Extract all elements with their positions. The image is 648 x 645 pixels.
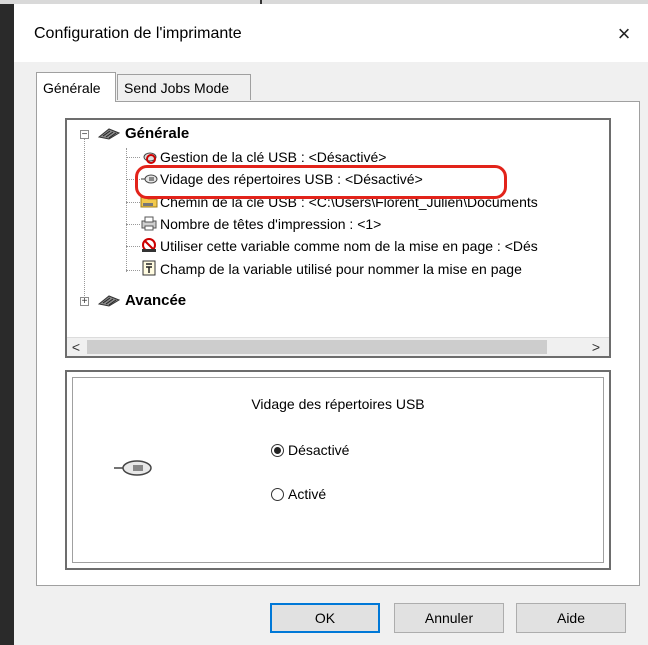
detail-frame: Vidage des répertoires USB Désactivé Act…	[72, 377, 604, 563]
expand-avancee-icon[interactable]: +	[80, 297, 89, 307]
settings-icon	[97, 128, 121, 140]
tree-root-avancee[interactable]: Avancée	[125, 290, 186, 312]
collapse-generale-icon[interactable]: −	[80, 130, 89, 140]
disabled-icon	[142, 238, 156, 252]
ok-button[interactable]: OK	[270, 603, 380, 633]
usb-management-icon	[143, 152, 157, 164]
annotation-highlight	[135, 165, 507, 199]
printer-config-dialog: Configuration de l'imprimante × Générale…	[14, 4, 648, 645]
form-field-icon	[142, 260, 156, 276]
radio-label: Activé	[288, 486, 327, 502]
tree-item-variable-field[interactable]: Champ de la variable utilisé pour nommer…	[160, 258, 522, 280]
scroll-thumb[interactable]	[87, 340, 547, 354]
radio-enabled-option[interactable]: Activé	[271, 484, 326, 504]
tree-line	[126, 270, 140, 271]
radio-unselected-icon[interactable]	[271, 487, 284, 501]
radio-disabled-option[interactable]: Désactivé	[271, 440, 349, 460]
settings-tree[interactable]: − Générale Gestion de la clé USB : <Désa…	[65, 118, 611, 358]
title-bar: Configuration de l'imprimante ×	[14, 4, 648, 62]
tree-content: − Générale Gestion de la clé USB : <Désa…	[67, 120, 609, 338]
tree-root-generale[interactable]: Générale	[125, 123, 189, 145]
cancel-button[interactable]: Annuler	[394, 603, 504, 633]
printer-icon	[141, 216, 157, 231]
tree-line	[126, 148, 127, 272]
tree-item-variable-name[interactable]: Utiliser cette variable comme nom de la …	[160, 235, 538, 257]
window-title: Configuration de l'imprimante	[34, 25, 242, 42]
radio-label: Désactivé	[288, 442, 350, 458]
settings-icon	[97, 295, 121, 307]
usb-key-icon	[114, 460, 152, 476]
close-icon[interactable]: ×	[604, 16, 644, 52]
tree-line	[84, 138, 85, 302]
tree-line	[126, 224, 140, 225]
background-strip	[0, 0, 14, 645]
tab-send-jobs-mode[interactable]: Send Jobs Mode	[117, 74, 251, 100]
radio-selected-icon[interactable]	[271, 443, 284, 457]
scroll-right-icon[interactable]: >	[587, 338, 605, 356]
detail-panel: Vidage des répertoires USB Désactivé Act…	[65, 370, 611, 570]
help-button[interactable]: Aide	[516, 603, 626, 633]
tab-panel: − Générale Gestion de la clé USB : <Désa…	[36, 101, 640, 586]
detail-title: Vidage des répertoires USB	[251, 396, 425, 412]
tree-item-print-heads[interactable]: Nombre de têtes d'impression : <1>	[160, 213, 381, 235]
scroll-left-icon[interactable]: <	[67, 338, 85, 356]
horizontal-scrollbar[interactable]: < >	[67, 337, 609, 356]
tree-line	[126, 246, 140, 247]
tree-line	[126, 202, 140, 203]
tab-generale[interactable]: Générale	[36, 72, 116, 102]
tree-line	[126, 157, 140, 158]
